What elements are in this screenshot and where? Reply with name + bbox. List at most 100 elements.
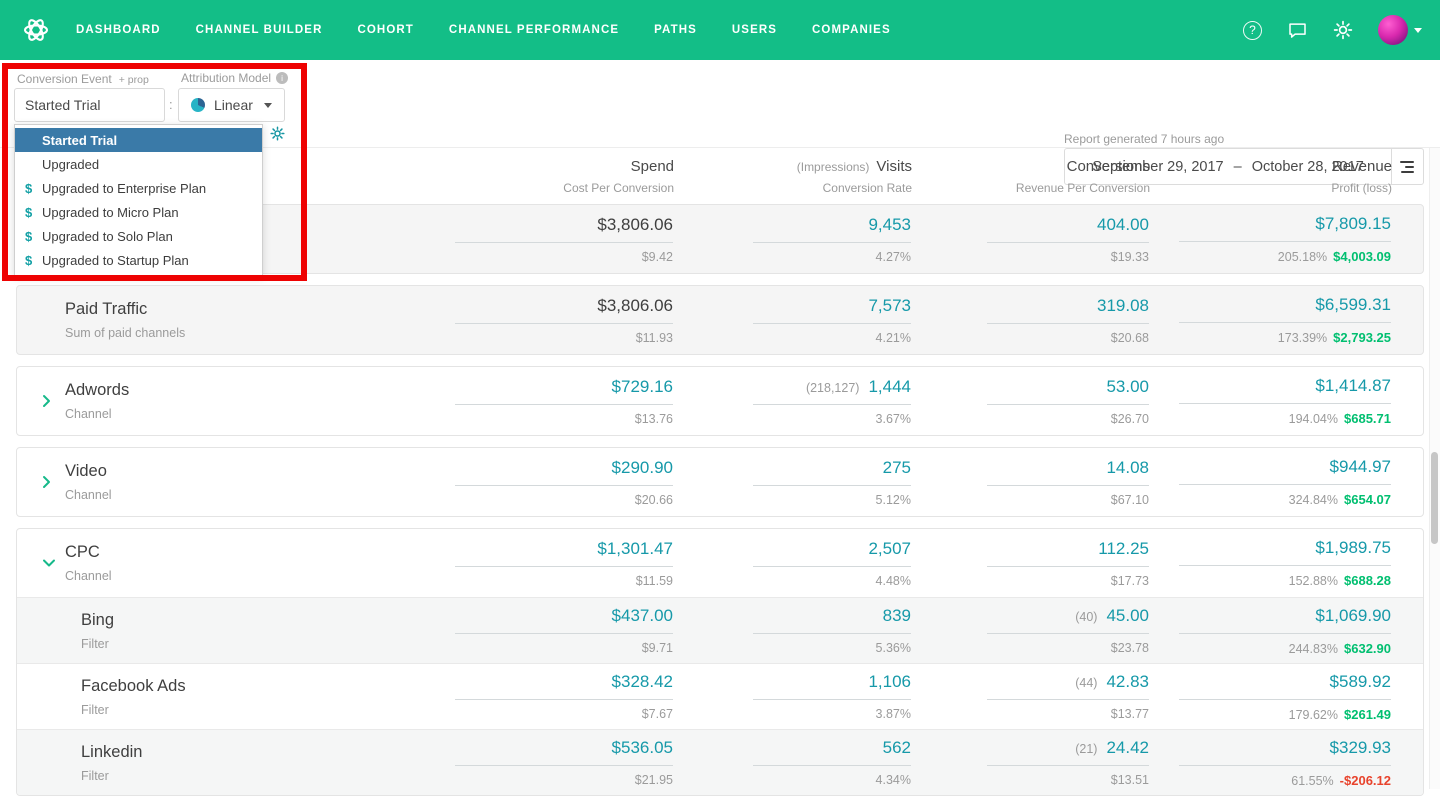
table-row[interactable]: Adwords Channel $729.16 $13.76 (218,127)…: [16, 366, 1424, 436]
visits-value[interactable]: 9,453: [868, 215, 911, 235]
dropdown-item-started-trial[interactable]: Started Trial: [15, 128, 262, 152]
table-row[interactable]: Linkedin Filter $536.05 $21.95 562 4.34%…: [17, 729, 1423, 795]
nav-channel-performance[interactable]: CHANNEL PERFORMANCE: [449, 24, 619, 36]
revenue-value[interactable]: $7,809.15: [1315, 214, 1391, 234]
dollar-icon: $: [25, 204, 33, 220]
settings-gear-icon[interactable]: [1333, 20, 1353, 40]
revenue-value[interactable]: $1,989.75: [1315, 538, 1391, 558]
visits-value[interactable]: 839: [883, 606, 911, 626]
conversion-rate-value: 4.34%: [875, 773, 911, 787]
app-logo-icon[interactable]: [22, 16, 50, 44]
spend-cell: $729.16 $13.76: [435, 377, 673, 426]
chat-icon[interactable]: [1287, 20, 1308, 40]
cost-per-conversion-value: $9.42: [641, 249, 673, 264]
add-prop-link[interactable]: + prop: [119, 74, 149, 86]
chevron-down-icon[interactable]: [42, 559, 56, 568]
spend-value[interactable]: $290.90: [612, 458, 673, 478]
spend-value[interactable]: $536.05: [612, 738, 673, 758]
dropdown-item-solo[interactable]: $ Upgraded to Solo Plan: [15, 224, 262, 248]
revenue-value[interactable]: $1,069.90: [1315, 606, 1391, 626]
spend-value[interactable]: $3,806.06: [597, 215, 673, 235]
dropdown-item-enterprise[interactable]: $ Upgraded to Enterprise Plan: [15, 176, 262, 200]
conversions-value[interactable]: 42.83: [1106, 672, 1149, 692]
row-name[interactable]: Video: [65, 462, 435, 481]
conversions-value[interactable]: 112.25: [1098, 539, 1149, 559]
conversions-cell: (40) 45.00 $23.78: [911, 606, 1149, 655]
nav-users[interactable]: USERS: [732, 24, 777, 36]
dropdown-item-micro[interactable]: $ Upgraded to Micro Plan: [15, 200, 262, 224]
spend-value[interactable]: $328.42: [612, 672, 673, 692]
conversions-value[interactable]: 14.08: [1106, 458, 1149, 478]
conversions-value[interactable]: 24.42: [1106, 738, 1149, 758]
visits-value[interactable]: 562: [883, 738, 911, 758]
visits-cell: 839 5.36%: [673, 606, 911, 655]
dropdown-item-upgraded[interactable]: Upgraded: [15, 152, 262, 176]
cost-per-conversion-value: $20.66: [634, 492, 673, 507]
table-row[interactable]: Paid Traffic Sum of paid channels $3,806…: [16, 285, 1424, 355]
cost-per-conversion-value: $21.95: [634, 773, 673, 787]
nav-paths[interactable]: PATHS: [654, 24, 697, 36]
conversion-settings-gear-icon[interactable]: [270, 126, 285, 146]
conversions-cell: 112.25 $17.73: [911, 539, 1149, 588]
revenue-value[interactable]: $1,414.87: [1315, 376, 1391, 396]
scrollbar-thumb[interactable]: [1431, 452, 1438, 544]
info-icon[interactable]: i: [276, 72, 289, 84]
row-name[interactable]: Bing: [81, 611, 435, 630]
spend-value[interactable]: $1,301.47: [597, 539, 673, 559]
table-row[interactable]: CPC Channel $1,301.47 $11.59 2,507 4.48%…: [17, 529, 1423, 597]
user-avatar[interactable]: [1378, 15, 1422, 45]
profit-value: $654.07: [1344, 492, 1391, 507]
nav-right-icons: ?: [1243, 15, 1422, 45]
chevron-right-icon[interactable]: [42, 475, 51, 489]
conversion-event-input[interactable]: [14, 88, 165, 122]
spend-value[interactable]: $3,806.06: [597, 296, 673, 316]
nav-companies[interactable]: COMPANIES: [812, 24, 891, 36]
table-row[interactable]: Facebook Ads Filter $328.42 $7.67 1,106 …: [17, 663, 1423, 729]
row-name-cell: Linkedin Filter: [17, 743, 435, 783]
conversions-value[interactable]: 53.00: [1106, 377, 1149, 397]
revenue-cell: $6,599.31 173.39% $2,793.25: [1149, 295, 1391, 345]
nav-channel-builder[interactable]: CHANNEL BUILDER: [196, 24, 323, 36]
visits-value[interactable]: 275: [883, 458, 911, 478]
header-visits[interactable]: (Impressions) Visits Conversion Rate: [674, 158, 912, 204]
conversions-value[interactable]: 404.00: [1097, 215, 1149, 235]
revenue-value[interactable]: $6,599.31: [1315, 295, 1391, 315]
header-spend[interactable]: Spend Cost Per Conversion: [436, 158, 674, 204]
row-name[interactable]: Facebook Ads: [81, 677, 435, 696]
revenue-cell: $589.92 179.62% $261.49: [1149, 672, 1391, 722]
help-icon[interactable]: ?: [1243, 20, 1262, 40]
row-name[interactable]: Adwords: [65, 381, 435, 400]
header-revenue[interactable]: Revenue Profit (loss): [1150, 158, 1392, 204]
nav-cohort[interactable]: COHORT: [357, 24, 413, 36]
conversion-event-label: Conversion Event + prop: [17, 72, 149, 86]
spend-value[interactable]: $729.16: [612, 377, 673, 397]
profit-value: -$206.12: [1339, 772, 1391, 788]
row-sublabel: Channel: [65, 407, 112, 421]
dropdown-item-startup[interactable]: $ Upgraded to Startup Plan: [15, 248, 262, 272]
nav-dashboard[interactable]: DASHBOARD: [76, 24, 161, 36]
visits-value[interactable]: 2,507: [868, 539, 911, 559]
spend-cell: $3,806.06 $11.93: [435, 296, 673, 345]
cost-per-conversion-value: $9.71: [641, 641, 673, 655]
visits-value[interactable]: 1,444: [868, 377, 911, 397]
revenue-value[interactable]: $589.92: [1330, 672, 1391, 692]
conversions-value[interactable]: 45.00: [1106, 606, 1149, 626]
revenue-value[interactable]: $329.93: [1330, 738, 1391, 758]
row-name[interactable]: CPC: [65, 543, 435, 562]
attribution-model-select[interactable]: Linear: [178, 88, 285, 122]
visits-value[interactable]: 7,573: [868, 296, 911, 316]
dollar-icon: $: [25, 180, 33, 196]
header-conversions[interactable]: Conversions Revenue Per Conversion: [912, 158, 1150, 204]
row-name[interactable]: Linkedin: [81, 743, 435, 762]
table-row[interactable]: Video Channel $290.90 $20.66 275 5.12% 1…: [16, 447, 1424, 517]
profit-value: $685.71: [1344, 411, 1391, 426]
spend-cell: $328.42 $7.67: [435, 672, 673, 721]
table-row[interactable]: Bing Filter $437.00 $9.71 839 5.36% (40)…: [17, 597, 1423, 663]
chevron-right-icon[interactable]: [42, 394, 51, 408]
conversions-value[interactable]: 319.08: [1097, 296, 1149, 316]
visits-value[interactable]: 1,106: [868, 672, 911, 692]
impressions-header-label: (Impressions): [796, 160, 870, 174]
revenue-value[interactable]: $944.97: [1330, 457, 1391, 477]
spend-value[interactable]: $437.00: [612, 606, 673, 626]
row-name[interactable]: Paid Traffic: [65, 300, 435, 319]
